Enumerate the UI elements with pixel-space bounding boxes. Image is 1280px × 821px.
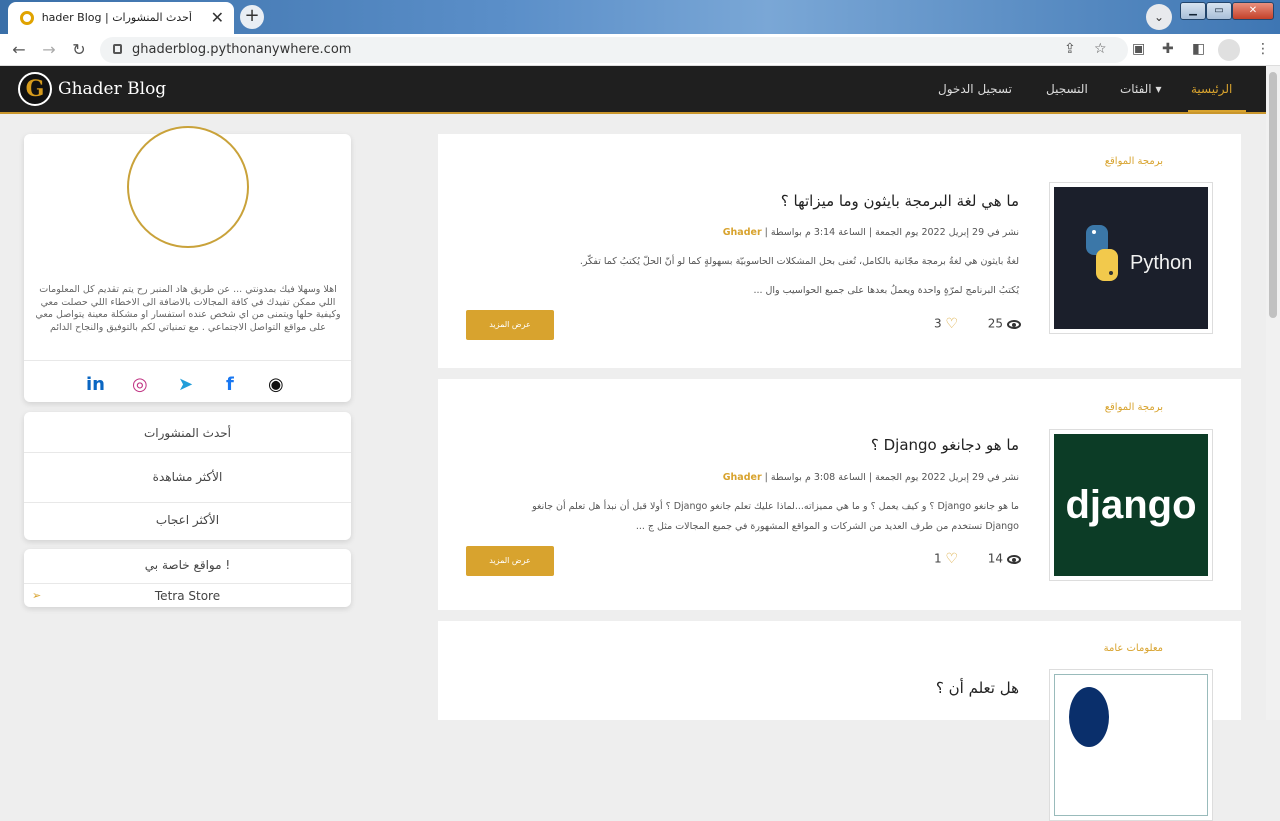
likes-count: 1 [934, 551, 942, 566]
eye-icon [1006, 554, 1021, 564]
python-wordmark: Python [1130, 252, 1192, 274]
github-icon[interactable]: ◉ [268, 374, 284, 395]
menu-most-liked[interactable]: الأكثر اعجاب [24, 513, 351, 527]
menu-divider [24, 502, 351, 503]
excerpt-line: يُكتبُ البرنامج لمرّةٍ واحدة ويعملُ بعده… [753, 285, 1019, 296]
site-brand[interactable]: Ghader Blog [58, 79, 166, 99]
address-bar[interactable]: ghaderblog.pythonanywhere.com [100, 37, 1128, 63]
posts-menu-card: أحدث المنشورات الأكثر مشاهدة الأكثر اعجا… [24, 412, 351, 540]
post-stats: 3 ♡ 25 [934, 316, 1021, 332]
sidebar-icon[interactable]: ◧ [1192, 41, 1205, 57]
excerpt-line: Django تستخدم من طرف العديد من الشركات و… [635, 521, 1019, 532]
new-tab-button[interactable]: + [240, 5, 264, 29]
card-divider [24, 360, 351, 361]
post-card: معلومات عامة هل تعلم أن ؟ [438, 621, 1241, 821]
linkedin-icon[interactable]: in [86, 374, 105, 395]
browser-tab[interactable]: أحدث المنشورات | Ghader Blog ✕ [8, 2, 234, 34]
forward-icon[interactable]: → [38, 39, 60, 61]
post-thumbnail[interactable]: django [1049, 429, 1213, 581]
minimize-button[interactable]: ▁ [1180, 2, 1206, 20]
menu-kebab-icon[interactable]: ⋮ [1256, 41, 1270, 57]
window-close-button[interactable]: ✕ [1232, 2, 1274, 20]
post-excerpt: ما هو جانغو Django ؟ و كيف يعمل ؟ و ما ه… [459, 497, 1019, 537]
excerpt-line: لغةُ بايثون هي لغةُ برمجة مجّانية بالكام… [579, 256, 1019, 267]
tab-search-button[interactable]: ⌄ [1146, 4, 1172, 30]
post-image [1054, 674, 1208, 816]
post-meta-text: نشر في 29 إبريل 2022 يوم الجمعة | الساعة… [764, 227, 1019, 238]
profile-card: اهلا وسهلا فيك بمدونتي ... عن طريق هاد ا… [24, 126, 351, 402]
image-shape [1069, 687, 1109, 747]
django-image: django [1054, 434, 1208, 576]
page-scrollbar[interactable] [1266, 66, 1280, 720]
menu-most-viewed[interactable]: الأكثر مشاهدة [24, 470, 351, 484]
views-count: 25 [987, 316, 1003, 331]
heart-icon[interactable]: ♡ [945, 551, 958, 567]
post-meta: نشر في 29 إبريل 2022 يوم الجمعة | الساعة… [723, 472, 1019, 483]
post-card: برمجة المواقع django ما هو دجانغو Django… [438, 379, 1241, 610]
post-stats: 1 ♡ 14 [934, 551, 1021, 567]
post-category[interactable]: برمجة المواقع [1105, 156, 1163, 167]
post-title[interactable]: ما هي لغة البرمجة بايثون وما ميزاتها ؟ [781, 192, 1019, 210]
site-logo[interactable]: G [18, 72, 52, 106]
site-link-label: Tetra Store [154, 589, 221, 603]
post-author[interactable]: Ghader [723, 227, 762, 238]
favicon-icon [20, 11, 34, 25]
reload-icon[interactable]: ↻ [68, 39, 90, 61]
browser-toolbar: ← → ↻ ghaderblog.pythonanywhere.com ⇪ ☆ … [0, 34, 1280, 66]
post-card: برمجة المواقع Python ما هي لغة البرمجة ب… [438, 134, 1241, 368]
url-text: ghaderblog.pythonanywhere.com [132, 42, 352, 57]
views-count: 14 [987, 551, 1003, 566]
facebook-icon[interactable]: f [226, 374, 234, 395]
eye-icon [1006, 319, 1021, 329]
bookmark-star-icon[interactable]: ☆ [1094, 41, 1107, 57]
post-thumbnail[interactable] [1049, 669, 1213, 821]
share-icon[interactable]: ⇪ [1064, 41, 1076, 57]
post-title[interactable]: هل تعلم أن ؟ [936, 679, 1019, 697]
python-logo-icon: Python [1086, 225, 1192, 281]
django-logo-icon: django [1065, 483, 1196, 527]
menu-latest-posts[interactable]: أحدث المنشورات [24, 426, 351, 440]
python-image: Python [1054, 187, 1208, 329]
post-excerpt: لغةُ بايثون هي لغةُ برمجة مجّانية بالكام… [459, 252, 1019, 301]
heart-icon[interactable]: ♡ [945, 316, 958, 332]
puzzle-icon[interactable]: ✚ [1162, 41, 1174, 57]
tab-title: أحدث المنشورات | Ghader Blog [42, 11, 192, 24]
extension-icon[interactable]: ▣ [1132, 41, 1145, 57]
post-meta: نشر في 29 إبريل 2022 يوم الجمعة | الساعة… [723, 227, 1019, 238]
maximize-button[interactable]: ▭ [1206, 2, 1232, 20]
close-tab-icon[interactable]: ✕ [211, 8, 224, 27]
django-wordmark: django [1065, 483, 1196, 527]
nav-home[interactable]: الرئيسية [1191, 82, 1232, 96]
active-nav-underline [1188, 110, 1246, 112]
likes-count: 3 [934, 316, 942, 331]
profile-avatar[interactable] [1218, 39, 1240, 61]
read-more-button[interactable]: عرض المزيد [466, 310, 554, 340]
nav-register[interactable]: التسجيل [1046, 82, 1088, 96]
nav-categories[interactable]: الفئات ▾ [1120, 82, 1161, 96]
profile-bio: اهلا وسهلا فيك بمدونتي ... عن طريق هاد ا… [35, 284, 341, 333]
post-title[interactable]: ما هو دجانغو Django ؟ [871, 436, 1019, 454]
site-link-tetra[interactable]: ➢ Tetra Store [24, 586, 351, 606]
lock-icon [113, 44, 122, 54]
scrollbar-thumb[interactable] [1269, 72, 1277, 318]
site-navbar: G Ghader Blog الرئيسية الفئات ▾ التسجيل … [0, 66, 1266, 114]
my-sites-title: مواقع خاصة بي ! [144, 558, 231, 572]
excerpt-line: ما هو جانغو Django ؟ و كيف يعمل ؟ و ما ه… [532, 501, 1019, 512]
post-category[interactable]: معلومات عامة [1104, 643, 1163, 654]
browser-tab-strip: أحدث المنشورات | Ghader Blog ✕ + ⌄ ▁ ▭ ✕ [0, 0, 1280, 34]
post-category[interactable]: برمجة المواقع [1105, 402, 1163, 413]
nav-login[interactable]: تسجيل الدخول [938, 82, 1012, 96]
read-more-button[interactable]: عرض المزيد [466, 546, 554, 576]
profile-picture [127, 126, 249, 248]
back-icon[interactable]: ← [8, 39, 30, 61]
telegram-icon[interactable]: ➤ [178, 374, 193, 395]
post-thumbnail[interactable]: Python [1049, 182, 1213, 334]
instagram-icon[interactable]: ◎ [132, 374, 148, 395]
my-sites-card: مواقع خاصة بي ! ➢ Tetra Store [24, 549, 351, 607]
post-author[interactable]: Ghader [723, 472, 762, 483]
post-meta-text: نشر في 29 إبريل 2022 يوم الجمعة | الساعة… [764, 472, 1019, 483]
sites-divider [24, 583, 351, 584]
menu-divider [24, 452, 351, 453]
